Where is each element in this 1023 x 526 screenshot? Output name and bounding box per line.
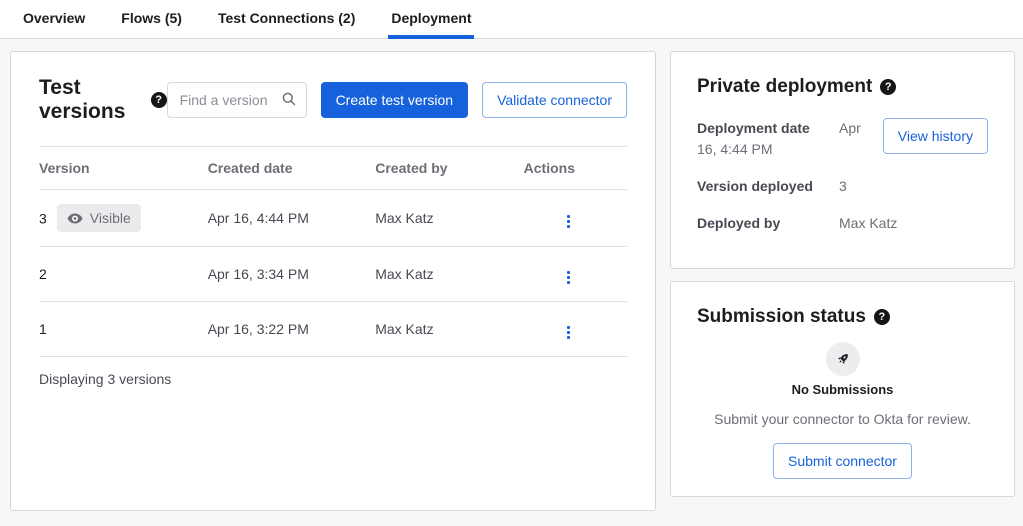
versions-count-text: Displaying 3 versions [39, 357, 627, 387]
deployed-by-label: Deployed by [697, 213, 839, 234]
search-icon [281, 91, 297, 112]
rocket-icon [826, 342, 860, 376]
column-header-version: Version [39, 147, 208, 190]
column-header-created-date: Created date [208, 147, 376, 190]
tab-test-connections[interactable]: Test Connections (2) [215, 0, 358, 39]
submission-status-header: Submission status ? [697, 306, 988, 328]
private-deployment-title: Private deployment [697, 76, 872, 98]
no-submissions-empty-state: No Submissions Submit your connector to … [697, 342, 988, 479]
visible-badge: Visible [57, 204, 141, 232]
table-row: 3 Visible Apr 16, 4:44 PM Max Katz [39, 190, 627, 247]
column-header-actions: Actions [524, 147, 627, 190]
version-number: 3 [39, 211, 47, 227]
row-actions-menu-icon[interactable] [562, 323, 575, 342]
test-versions-panel: Test versions ? Create test version Vali… [10, 51, 656, 511]
created-by-cell: Max Katz [375, 247, 523, 302]
deployment-date-field: Deployment dateApr 16, 4:44 PM [697, 118, 879, 160]
help-icon[interactable]: ? [151, 92, 167, 108]
validate-connector-button[interactable]: Validate connector [482, 82, 627, 118]
table-row: 2 Apr 16, 3:34 PM Max Katz [39, 247, 627, 302]
private-deployment-header: Private deployment ? [697, 76, 988, 98]
version-deployed-value: 3 [839, 178, 847, 194]
version-cell: 1 [39, 302, 208, 357]
created-date-cell: Apr 16, 3:34 PM [208, 247, 376, 302]
row-actions-menu-icon[interactable] [562, 268, 575, 287]
no-submissions-title: No Submissions [697, 382, 988, 397]
version-cell: 2 [39, 247, 208, 302]
column-header-created-by: Created by [375, 147, 523, 190]
no-submissions-message: Submit your connector to Okta for review… [697, 411, 988, 427]
created-date-cell: Apr 16, 3:22 PM [208, 302, 376, 357]
actions-cell [524, 302, 627, 357]
table-row: 1 Apr 16, 3:22 PM Max Katz [39, 302, 627, 357]
eye-icon [67, 213, 83, 224]
versions-table: Version Created date Created by Actions … [39, 146, 627, 357]
created-date-cell: Apr 16, 4:44 PM [208, 190, 376, 247]
create-test-version-button[interactable]: Create test version [321, 82, 469, 118]
view-history-button[interactable]: View history [883, 118, 988, 154]
submission-status-panel: Submission status ? No Submi [670, 281, 1015, 497]
row-actions-menu-icon[interactable] [562, 212, 575, 231]
tab-overview[interactable]: Overview [20, 0, 88, 39]
created-by-cell: Max Katz [375, 190, 523, 247]
visible-badge-label: Visible [90, 210, 131, 226]
tab-flows[interactable]: Flows (5) [118, 0, 185, 39]
version-search [167, 82, 307, 118]
right-column: Private deployment ? Deployment dateApr … [670, 51, 1015, 497]
tab-bar: Overview Flows (5) Test Connections (2) … [0, 0, 1023, 39]
submission-status-title: Submission status [697, 306, 866, 328]
main-content: Test versions ? Create test version Vali… [0, 39, 1023, 525]
test-versions-header: Test versions ? Create test version Vali… [39, 76, 627, 124]
test-versions-title: Test versions [39, 76, 143, 124]
versions-table-header-row: Version Created date Created by Actions [39, 147, 627, 190]
deployment-date-row: Deployment dateApr 16, 4:44 PM View hist… [697, 118, 988, 160]
version-deployed-label: Version deployed [697, 176, 839, 197]
tab-deployment[interactable]: Deployment [388, 0, 474, 39]
actions-cell [524, 190, 627, 247]
deployed-by-value: Max Katz [839, 215, 897, 231]
deployed-by-field: Deployed byMax Katz [697, 213, 988, 234]
created-by-cell: Max Katz [375, 302, 523, 357]
version-cell: 3 Visible [39, 190, 208, 247]
deployment-date-label: Deployment date [697, 118, 839, 139]
actions-cell [524, 247, 627, 302]
submit-connector-button[interactable]: Submit connector [773, 443, 912, 479]
private-deployment-panel: Private deployment ? Deployment dateApr … [670, 51, 1015, 269]
version-deployed-field: Version deployed3 [697, 176, 988, 197]
help-icon[interactable]: ? [874, 309, 890, 325]
help-icon[interactable]: ? [880, 79, 896, 95]
